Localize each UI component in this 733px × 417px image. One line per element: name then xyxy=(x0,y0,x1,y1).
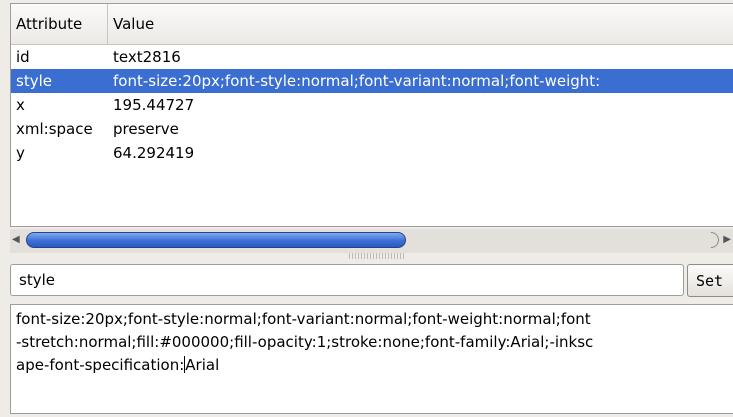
arrow-right-icon[interactable]: ▶ xyxy=(719,233,731,247)
xml-attribute-panel: Attribute Value id text2816 style font-size… xyxy=(0,0,733,417)
value-text-line: -stretch:normal;fill:#000000;fill-opacit… xyxy=(16,333,594,351)
cell-attribute: style xyxy=(16,72,52,90)
cell-value: text2816 xyxy=(113,48,181,66)
cell-value: 195.44727 xyxy=(113,96,195,114)
scroll-track-end xyxy=(711,232,719,248)
attribute-table: Attribute Value id text2816 style font-size… xyxy=(10,3,733,227)
table-row[interactable]: id text2816 xyxy=(11,45,733,69)
scroll-thumb[interactable] xyxy=(26,232,406,248)
attribute-name-input[interactable] xyxy=(10,264,684,296)
cell-value: preserve xyxy=(113,120,179,138)
column-header-value[interactable]: Value xyxy=(108,4,733,44)
value-text-segment: Arial xyxy=(185,356,220,374)
value-text-line: font-size:20px;font-style:normal;font-va… xyxy=(16,310,591,328)
cell-attribute: y xyxy=(16,144,25,162)
value-text-line: ape-font-specification:Arial xyxy=(16,354,733,377)
column-header-attribute-label: Attribute xyxy=(16,15,83,33)
attribute-value-textarea[interactable]: font-size:20px;font-style:normal;font-va… xyxy=(10,304,733,414)
table-header: Attribute Value xyxy=(11,4,733,45)
table-row[interactable]: xml:space preserve xyxy=(11,117,733,141)
horizontal-scrollbar[interactable]: ◀ ▶ xyxy=(10,229,733,253)
table-row[interactable]: x 195.44727 xyxy=(11,93,733,117)
cell-attribute: xml:space xyxy=(16,120,93,138)
set-button[interactable]: Set xyxy=(687,264,733,297)
scroll-track[interactable] xyxy=(26,232,719,248)
cell-value: font-size:20px;font-style:normal;font-va… xyxy=(113,72,601,90)
table-body: id text2816 style font-size:20px;font-style… xyxy=(11,45,733,165)
table-row[interactable]: style font-size:20px;font-style:normal;fo… xyxy=(11,69,733,93)
column-header-attribute[interactable]: Attribute xyxy=(11,4,108,44)
cell-attribute: x xyxy=(16,96,25,114)
cell-attribute: id xyxy=(16,48,30,66)
cell-value: 64.292419 xyxy=(113,144,195,162)
table-row[interactable]: y 64.292419 xyxy=(11,141,733,165)
column-header-value-label: Value xyxy=(113,15,155,33)
value-text-segment: ape-font-specification: xyxy=(16,356,185,374)
arrow-left-icon[interactable]: ◀ xyxy=(12,233,24,247)
pane-resize-handle[interactable] xyxy=(349,253,405,259)
